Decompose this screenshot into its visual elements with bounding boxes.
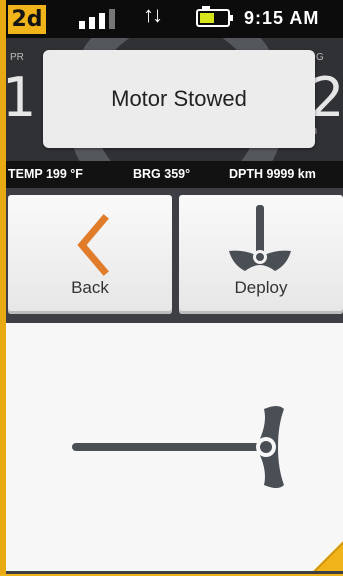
- gauge-left-value: 1: [6, 66, 37, 129]
- motor-status-toast: Motor Stowed: [43, 50, 315, 148]
- data-transfer-icon: ↑↓: [143, 2, 163, 27]
- temp-readout: TEMP 199 °F: [8, 167, 83, 181]
- deploy-button-label: Deploy: [234, 278, 288, 297]
- bearing-readout: BRG 359°: [133, 167, 191, 181]
- mode-badge[interactable]: 2d: [8, 5, 46, 34]
- corner-accent: [313, 541, 343, 571]
- back-button-label: Back: [71, 278, 109, 297]
- back-button[interactable]: Back: [8, 195, 172, 314]
- depth-readout: DPTH 9999 km: [229, 167, 316, 181]
- gauge-right-label: G: [316, 52, 324, 63]
- gauge-left-label: PR: [10, 52, 24, 63]
- motor-deploy-icon: [229, 205, 291, 271]
- data-bar: TEMP 199 °F BRG 359° DPTH 9999 km: [6, 161, 343, 188]
- toast-message: Motor Stowed: [111, 86, 247, 111]
- battery-icon: [196, 6, 233, 27]
- motor-stowed-icon: [72, 406, 284, 488]
- status-bar: 2d ↑↓ 9:15 AM: [6, 0, 343, 38]
- deploy-button[interactable]: Deploy: [179, 195, 343, 314]
- motor-position-panel: [6, 323, 343, 571]
- signal-bars-icon: [79, 9, 119, 29]
- chevron-left-icon: [77, 214, 109, 276]
- clock: 9:15 AM: [244, 8, 320, 28]
